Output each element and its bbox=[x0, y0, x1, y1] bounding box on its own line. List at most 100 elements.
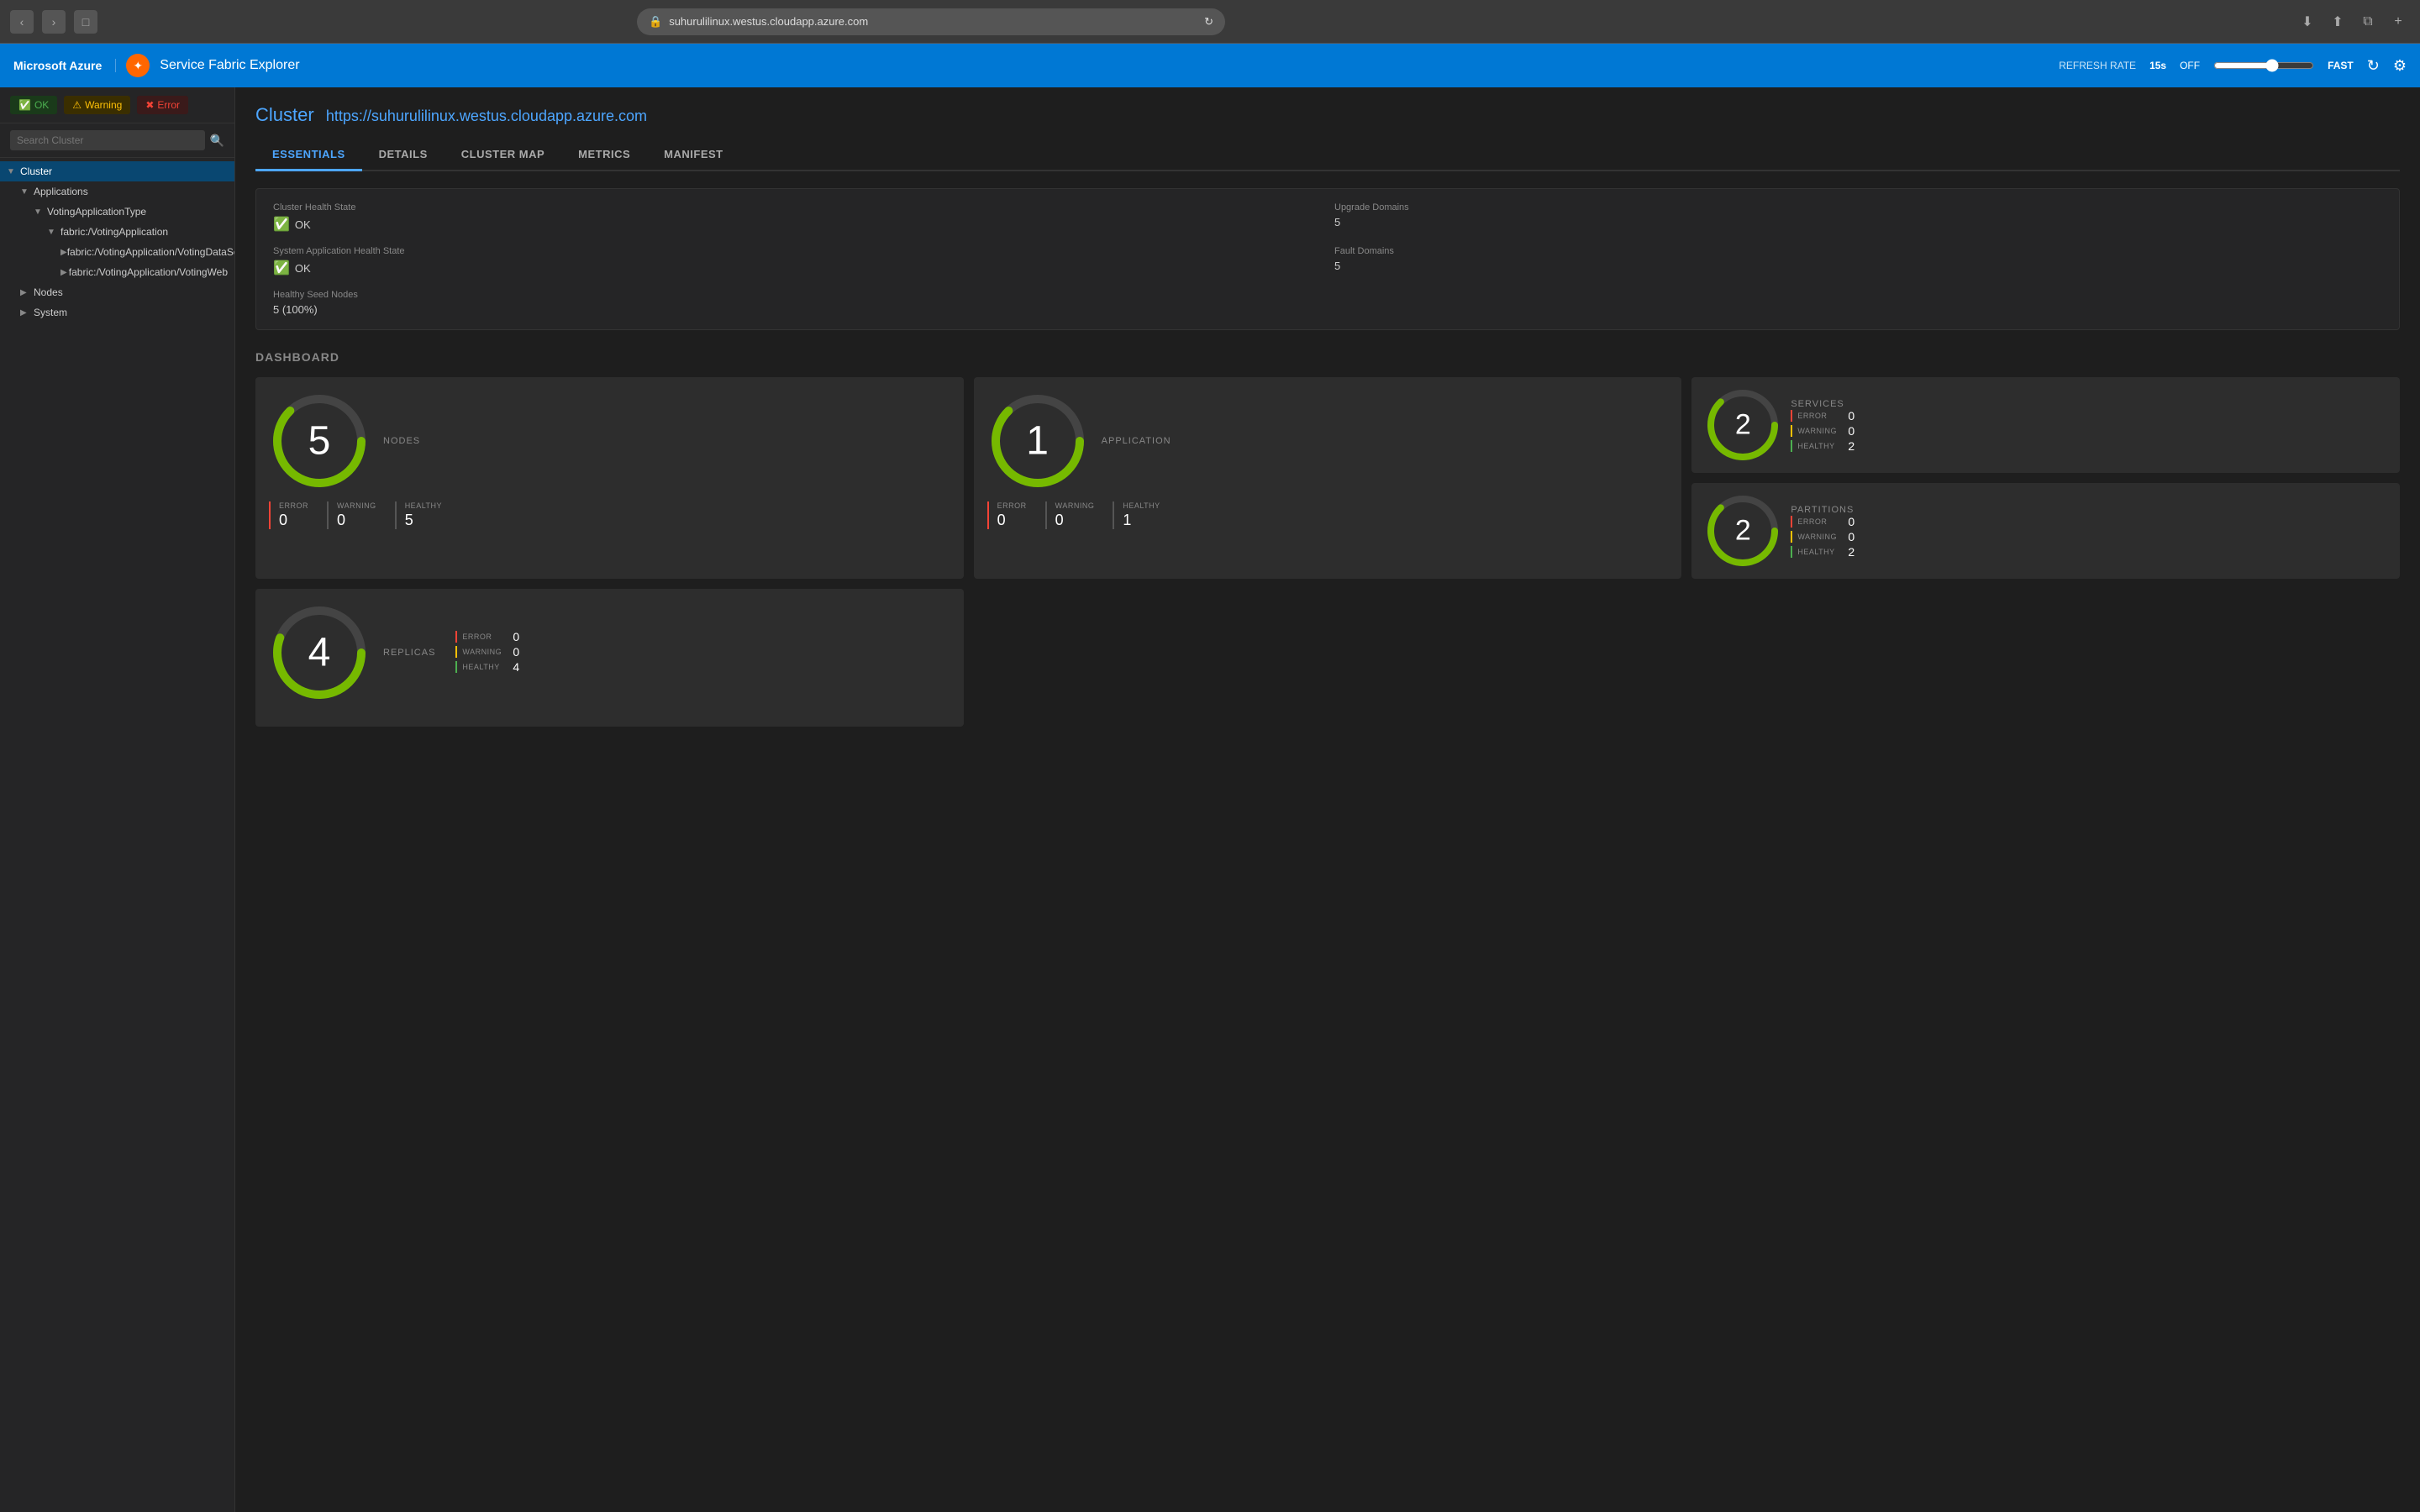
cluster-health-item: Cluster Health State ✅ OK bbox=[273, 202, 1321, 233]
tab-manifest[interactable]: MANIFEST bbox=[647, 139, 739, 171]
chevron-right-icon: ▶ bbox=[20, 288, 34, 297]
download-icon[interactable]: ⬇ bbox=[2296, 10, 2319, 34]
forward-button[interactable]: › bbox=[42, 10, 66, 34]
filter-warning-button[interactable]: ⚠ Warning bbox=[64, 96, 130, 114]
warning-bar-icon bbox=[1791, 425, 1792, 437]
application-card: 1 APPLICATION ERROR 0 WARNING 0 bbox=[974, 377, 1682, 579]
tab-bar: ESSENTIALS DETAILS CLUSTER MAP METRICS M… bbox=[255, 139, 2400, 171]
browser-chrome: ‹ › □ 🔒 suhurulilinux.westus.cloudapp.az… bbox=[0, 0, 2420, 44]
cluster-health-value: ✅ OK bbox=[273, 216, 1321, 233]
tab-metrics[interactable]: METRICS bbox=[561, 139, 647, 171]
filter-error-button[interactable]: ✖ Error bbox=[137, 96, 188, 114]
application-warning-stat: WARNING 0 bbox=[1045, 501, 1105, 529]
upgrade-domains-label: Upgrade Domains bbox=[1334, 202, 2382, 213]
nodes-healthy-stat: HEALTHY 5 bbox=[395, 501, 452, 529]
upgrade-domains-item: Upgrade Domains 5 bbox=[1334, 202, 2382, 233]
refresh-rate-value: 15s bbox=[2149, 60, 2166, 71]
search-input[interactable] bbox=[10, 130, 205, 150]
replicas-label-area: REPLICAS bbox=[383, 648, 435, 658]
application-healthy-stat: HEALTHY 1 bbox=[1113, 501, 1170, 529]
replicas-stats: ERROR 0 WARNING 0 HEALTHY 4 bbox=[455, 630, 519, 675]
content-area: Cluster https://suhurulilinux.westus.clo… bbox=[235, 87, 2420, 1512]
search-bar: 🔍 bbox=[0, 123, 234, 158]
tab-icon[interactable]: ⧉ bbox=[2356, 10, 2380, 34]
plus-icon[interactable]: + bbox=[2386, 10, 2410, 34]
sidebar-item-system[interactable]: ▶ System bbox=[0, 302, 234, 323]
tab-cluster-map[interactable]: CLUSTER MAP bbox=[445, 139, 561, 171]
nodes-count: 5 bbox=[308, 418, 331, 465]
right-column: 2 SERVICES ERROR 0 bbox=[1691, 377, 2400, 579]
sidebar-item-nodes[interactable]: ▶ Nodes bbox=[0, 282, 234, 302]
settings-button[interactable]: ⚙ bbox=[2393, 57, 2407, 75]
refresh-icon[interactable]: ↻ bbox=[1204, 15, 1213, 29]
tree-view: ▼ Cluster ▼ Applications ▼ VotingApplica… bbox=[0, 158, 234, 326]
replicas-card-main: 4 REPLICAS ERROR 0 W bbox=[269, 602, 950, 703]
sidebar-item-cluster[interactable]: ▼ Cluster bbox=[0, 161, 234, 181]
refresh-fast-label: FAST bbox=[2328, 60, 2354, 71]
application-stats: ERROR 0 WARNING 0 HEALTHY 1 bbox=[987, 501, 1669, 529]
sidebar-item-voting-web[interactable]: ▶ fabric:/VotingApplication/VotingWeb bbox=[0, 262, 234, 282]
main-layout: ✅ OK ⚠ Warning ✖ Error 🔍 ▼ Cluster bbox=[0, 87, 2420, 1512]
chevron-right-icon: ▶ bbox=[20, 308, 34, 318]
nodes-warning-stat: WARNING 0 bbox=[327, 501, 387, 529]
warning-icon: ⚠ bbox=[72, 99, 82, 111]
chevron-down-icon: ▼ bbox=[47, 228, 60, 237]
url-bar[interactable]: 🔒 suhurulilinux.westus.cloudapp.azure.co… bbox=[637, 8, 1225, 35]
healthy-seed-value: 5 (100%) bbox=[273, 303, 1321, 316]
partitions-info: PARTITIONS ERROR 0 WARNING 0 bbox=[1791, 501, 2386, 560]
nodes-error-stat: ERROR 0 bbox=[269, 501, 318, 529]
refresh-off-label: OFF bbox=[2180, 60, 2200, 71]
app-title: Service Fabric Explorer bbox=[160, 58, 299, 73]
cluster-url: https://suhurulilinux.westus.cloudapp.az… bbox=[326, 108, 647, 124]
error-bar-icon-3 bbox=[455, 631, 457, 643]
sidebar-item-voting-app-type[interactable]: ▼ VotingApplicationType bbox=[0, 202, 234, 222]
application-error-stat: ERROR 0 bbox=[987, 501, 1037, 529]
fault-domains-item: Fault Domains 5 bbox=[1334, 246, 2382, 276]
nodes-card: 5 NODES ERROR 0 WARNING 0 bbox=[255, 377, 964, 579]
refresh-rate-label: REFRESH RATE bbox=[2059, 60, 2136, 71]
url-text: suhurulilinux.westus.cloudapp.azure.com bbox=[669, 15, 868, 28]
nodes-donut: 5 bbox=[269, 391, 370, 491]
error-icon: ✖ bbox=[145, 99, 154, 111]
cluster-health-label: Cluster Health State bbox=[273, 202, 1321, 213]
application-donut: 1 bbox=[987, 391, 1088, 491]
tab-essentials[interactable]: ESSENTIALS bbox=[255, 139, 362, 171]
warning-bar-icon-3 bbox=[455, 646, 457, 658]
partitions-stats: ERROR 0 WARNING 0 HEALTHY bbox=[1791, 515, 2386, 559]
tab-details[interactable]: DETAILS bbox=[362, 139, 445, 171]
fullscreen-button[interactable]: □ bbox=[74, 10, 97, 34]
healthy-seed-item: Healthy Seed Nodes 5 (100%) bbox=[273, 290, 1321, 316]
replicas-count: 4 bbox=[308, 630, 331, 676]
refresh-slider[interactable] bbox=[2213, 59, 2314, 72]
page-title: Cluster https://suhurulilinux.westus.clo… bbox=[255, 104, 2400, 126]
partitions-count: 2 bbox=[1735, 515, 1751, 548]
sidebar-item-voting-app[interactable]: ▼ fabric:/VotingApplication bbox=[0, 222, 234, 242]
filter-ok-button[interactable]: ✅ OK bbox=[10, 96, 57, 114]
sidebar-filters: ✅ OK ⚠ Warning ✖ Error bbox=[0, 87, 234, 123]
back-button[interactable]: ‹ bbox=[10, 10, 34, 34]
chevron-down-icon: ▼ bbox=[20, 187, 34, 197]
services-count: 2 bbox=[1735, 409, 1751, 442]
warning-bar-icon-2 bbox=[1791, 531, 1792, 543]
refresh-button[interactable]: ↻ bbox=[2367, 57, 2380, 75]
essentials-panel: Cluster Health State ✅ OK Upgrade Domain… bbox=[255, 188, 2400, 330]
share-icon[interactable]: ⬆ bbox=[2326, 10, 2349, 34]
replicas-card: 4 REPLICAS ERROR 0 W bbox=[255, 589, 964, 727]
sidebar: ✅ OK ⚠ Warning ✖ Error 🔍 ▼ Cluster bbox=[0, 87, 235, 1512]
services-card: 2 SERVICES ERROR 0 bbox=[1691, 377, 2400, 473]
application-count: 1 bbox=[1026, 418, 1049, 465]
header-right: REFRESH RATE 15s OFF FAST ↻ ⚙ bbox=[2059, 57, 2407, 75]
sidebar-item-applications[interactable]: ▼ Applications bbox=[0, 181, 234, 202]
browser-actions: ⬇ ⬆ ⧉ + bbox=[2296, 10, 2410, 34]
services-donut: 2 bbox=[1705, 387, 1781, 463]
partitions-card: 2 PARTITIONS ERROR 0 bbox=[1691, 483, 2400, 579]
healthy-bar-icon-2 bbox=[1791, 546, 1792, 558]
services-info: SERVICES ERROR 0 WARNING 0 bbox=[1791, 396, 2386, 454]
sidebar-item-voting-data-svc[interactable]: ▶ fabric:/VotingApplication/VotingDataSe… bbox=[0, 242, 234, 262]
ok-circle-icon: ✅ bbox=[273, 216, 290, 233]
replicas-donut: 4 bbox=[269, 602, 370, 703]
chevron-right-icon: ▶ bbox=[60, 268, 69, 277]
healthy-bar-icon bbox=[1791, 440, 1792, 452]
ok-circle-icon-2: ✅ bbox=[273, 260, 290, 276]
system-app-health-value: ✅ OK bbox=[273, 260, 1321, 276]
